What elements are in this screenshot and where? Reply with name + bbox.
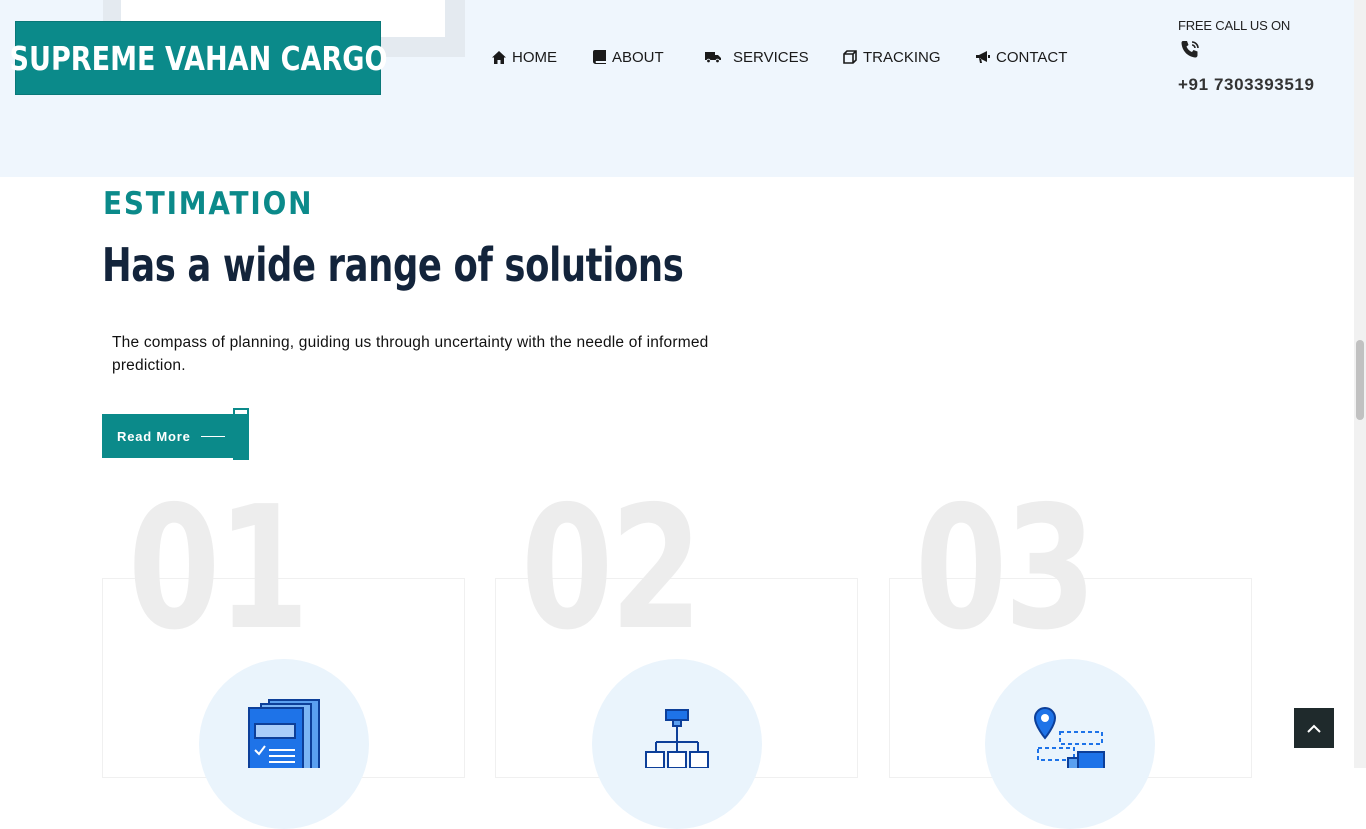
page-scrollbar[interactable] <box>1354 0 1366 768</box>
nav-item-label: CONTACT <box>996 48 1068 66</box>
call-label: FREE CALL US ON <box>1178 18 1291 33</box>
dash-decoration <box>200 435 225 437</box>
nav-item-services[interactable]: SERVICES <box>705 47 809 67</box>
site-header: SUPREME VAHAN CARGO HOME ABOUT SERVICES … <box>0 0 1354 177</box>
step-number-3: 03 <box>915 470 1096 668</box>
section-description: The compass of planning, guiding us thro… <box>112 334 709 374</box>
call-block: FREE CALL US ON +91 7303393519 <box>1178 18 1314 94</box>
logo-text: SUPREME VAHAN CARGO <box>8 38 388 78</box>
nav-item-label: ABOUT <box>612 48 664 66</box>
step-number-2: 02 <box>521 470 702 668</box>
nav-item-tracking[interactable]: TRACKING <box>843 47 941 67</box>
section-eyebrow: ESTIMATION <box>103 186 314 222</box>
megaphone-icon <box>976 50 990 63</box>
scrollbar-thumb[interactable] <box>1356 340 1364 420</box>
location-route-icon <box>1033 706 1105 768</box>
phone-number[interactable]: +91 7303393519 <box>1178 75 1315 95</box>
section-title: Has a wide range of solutions <box>102 238 684 292</box>
home-icon <box>492 50 506 64</box>
read-more-button[interactable]: Read More <box>102 414 247 458</box>
nav-item-label: SERVICES <box>733 48 809 66</box>
nav-item-contact[interactable]: CONTACT <box>976 47 1067 67</box>
box-icon <box>843 50 857 64</box>
nav-item-label: HOME <box>512 48 557 66</box>
step-number-1: 01 <box>128 470 309 668</box>
truck-icon <box>705 52 721 63</box>
read-more-label: Read More <box>117 428 191 444</box>
nav-item-label: TRACKING <box>863 48 941 66</box>
scroll-to-top-button[interactable] <box>1294 708 1334 748</box>
nav-item-home[interactable]: HOME <box>492 47 557 67</box>
nav-item-about[interactable]: ABOUT <box>593 47 664 67</box>
site-logo[interactable]: SUPREME VAHAN CARGO <box>9 21 387 95</box>
chevron-up-icon <box>1307 724 1321 733</box>
hierarchy-icon <box>645 709 709 768</box>
documents-icon <box>248 699 320 768</box>
book-icon <box>593 50 606 64</box>
phone-icon[interactable] <box>1180 40 1202 60</box>
